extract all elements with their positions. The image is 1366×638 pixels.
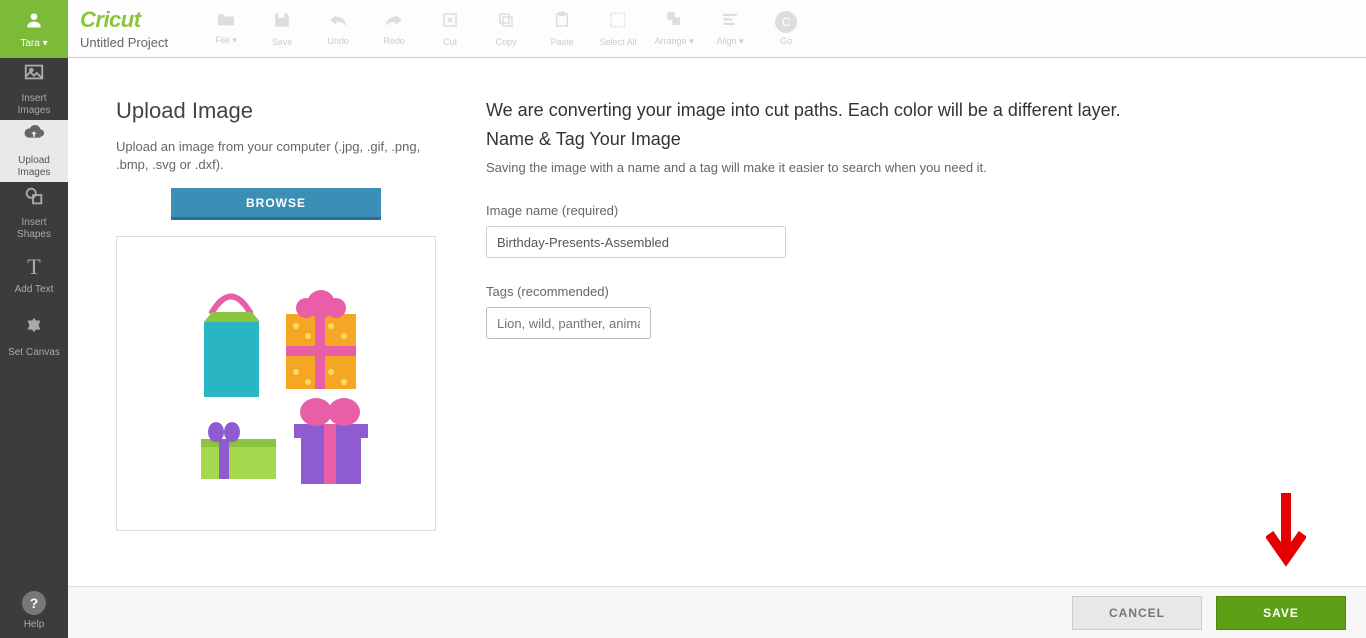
text-icon: T — [27, 254, 40, 280]
naming-panel: We are converting your image into cut pa… — [486, 98, 1318, 531]
footer-bar: CANCEL SAVE — [68, 586, 1366, 638]
undo-icon — [328, 12, 348, 33]
toolbar-file[interactable]: File ▾ — [200, 11, 252, 46]
upload-panel: Upload Image Upload an image from your c… — [116, 98, 436, 531]
copy-icon — [497, 11, 515, 34]
brand-logo: Cricut — [80, 7, 168, 33]
help-label: Help — [24, 619, 45, 630]
toolbar-select-all[interactable]: Select All — [592, 11, 644, 47]
save-button[interactable]: SAVE — [1216, 596, 1346, 630]
sidebar-item-label: Set Canvas — [8, 347, 60, 359]
sidebar-item-label: Insert Shapes — [17, 217, 51, 241]
toolbar-copy[interactable]: Copy — [480, 11, 532, 47]
name-tag-heading: Name & Tag Your Image — [486, 129, 1318, 150]
help-icon: ? — [22, 591, 46, 615]
toolbar-cut[interactable]: Cut — [424, 11, 476, 47]
project-title: Untitled Project — [80, 35, 168, 50]
canvas-icon — [23, 315, 45, 343]
top-toolbar: Cricut Untitled Project File ▾ Save Undo… — [68, 0, 1366, 58]
paste-icon — [553, 11, 571, 34]
sidebar-item-label: Upload Images — [18, 155, 51, 179]
toolbar-undo[interactable]: Undo — [312, 12, 364, 46]
align-icon — [721, 10, 739, 33]
sidebar-item-insert-shapes[interactable]: Insert Shapes — [0, 182, 68, 244]
name-tag-description: Saving the image with a name and a tag w… — [486, 160, 1318, 175]
browse-button[interactable]: BROWSE — [171, 188, 381, 220]
image-icon — [23, 61, 45, 89]
image-name-label: Image name (required) — [486, 203, 1318, 218]
cut-icon — [441, 11, 459, 34]
toolbar-align[interactable]: Align ▾ — [704, 10, 756, 47]
user-menu[interactable]: Tara ▾ — [0, 0, 68, 58]
upload-heading: Upload Image — [116, 98, 436, 124]
image-preview — [116, 236, 436, 531]
user-name-label: Tara ▾ — [20, 38, 47, 49]
main-content: Upload Image Upload an image from your c… — [68, 58, 1366, 586]
user-icon — [24, 10, 44, 36]
sidebar-item-upload-images[interactable]: Upload Images — [0, 120, 68, 182]
sidebar-item-label: Insert Images — [18, 93, 51, 117]
image-name-input[interactable] — [486, 226, 786, 258]
redo-icon — [384, 12, 404, 33]
folder-icon — [216, 11, 236, 32]
sidebar-item-add-text[interactable]: T Add Text — [0, 244, 68, 306]
cloud-upload-icon — [23, 123, 45, 151]
toolbar-arrange[interactable]: Arrange ▾ — [648, 10, 700, 47]
convert-info-line: We are converting your image into cut pa… — [486, 100, 1318, 121]
tags-input[interactable] — [486, 307, 651, 339]
sidebar-item-set-canvas[interactable]: Set Canvas — [0, 306, 68, 368]
arrange-icon — [665, 10, 683, 33]
tags-label: Tags (recommended) — [486, 284, 1318, 299]
left-sidebar: Tara ▾ Insert Images Upload Images Inser… — [0, 0, 68, 638]
toolbar-save[interactable]: Save — [256, 11, 308, 47]
preview-image-icon — [156, 264, 396, 504]
sidebar-item-insert-images[interactable]: Insert Images — [0, 58, 68, 120]
save-icon — [273, 11, 291, 34]
upload-description: Upload an image from your computer (.jpg… — [116, 138, 436, 174]
go-icon: C — [775, 11, 797, 33]
toolbar-redo[interactable]: Redo — [368, 12, 420, 46]
sidebar-help[interactable]: ? Help — [0, 583, 68, 638]
select-all-icon — [609, 11, 627, 34]
cancel-button[interactable]: CANCEL — [1072, 596, 1202, 630]
brand-block: Cricut Untitled Project — [80, 7, 168, 50]
sidebar-item-label: Add Text — [15, 284, 54, 296]
toolbar-paste[interactable]: Paste — [536, 11, 588, 47]
shapes-icon — [23, 185, 45, 213]
toolbar-go[interactable]: CGo — [760, 11, 812, 46]
